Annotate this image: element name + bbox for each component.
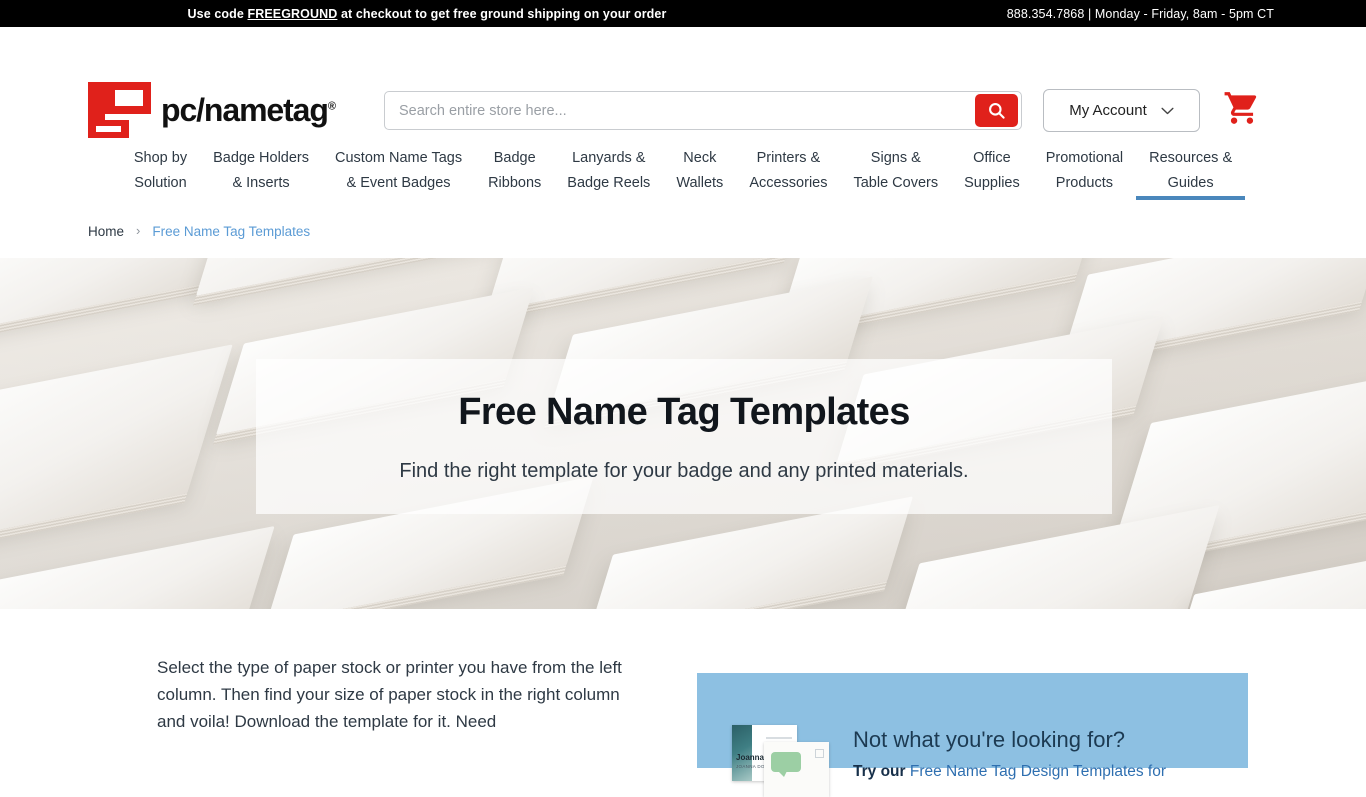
promo-card-body-prefix: Try our — [853, 763, 910, 780]
my-account-label: My Account — [1069, 102, 1147, 119]
breadcrumb: Home › Free Name Tag Templates — [0, 204, 1366, 258]
breadcrumb-separator-icon: › — [136, 222, 141, 238]
promo-prefix: Use code — [187, 6, 248, 21]
nav-item-lanyards-badge-reels[interactable]: Lanyards & Badge Reels — [554, 138, 663, 204]
promo-code[interactable]: FREEGROUND — [248, 7, 338, 21]
phone-and-hours: 888.354.7868 | Monday - Friday, 8am - 5p… — [1006, 6, 1274, 21]
intro-paragraph: Select the type of paper stock or printe… — [157, 658, 622, 731]
nav-item-signs-table-covers[interactable]: Signs & Table Covers — [840, 138, 951, 204]
promo-card-link[interactable]: Free Name Tag Design Templates for — [910, 763, 1166, 780]
logo-text: pc/nametag — [161, 91, 329, 128]
promo-message: Use code FREEGROUND at checkout to get f… — [0, 7, 1110, 21]
hero-banner: Free Name Tag Templates Find the right t… — [0, 258, 1366, 609]
logo-wordmark: pc/nametag® — [161, 92, 336, 129]
nav-item-promotional-products[interactable]: Promotional Products — [1033, 138, 1136, 204]
chevron-down-icon — [1161, 107, 1174, 114]
main-navigation: Shop by Solution Badge Holders & Inserts… — [0, 136, 1366, 204]
nav-item-office-supplies[interactable]: Office Supplies — [951, 138, 1033, 204]
cart-button[interactable] — [1219, 85, 1265, 131]
site-header: pc/nametag® My Account — [0, 27, 1366, 138]
my-account-button[interactable]: My Account — [1043, 89, 1200, 132]
breadcrumb-current[interactable]: Free Name Tag Templates — [152, 224, 310, 239]
shopping-cart-icon — [1224, 92, 1257, 124]
hero-text-panel: Free Name Tag Templates Find the right t… — [256, 359, 1112, 514]
promo-card-title: Not what you're looking for? — [853, 727, 1126, 752]
promo-suffix: at checkout to get free ground shipping … — [337, 6, 667, 21]
page-title: Free Name Tag Templates — [458, 390, 910, 433]
promo-card-thumbnail: Joanna JOANNA DOE — [732, 725, 829, 797]
nav-item-resources-guides[interactable]: Resources & Guides — [1136, 138, 1246, 204]
thumb-name: Joanna — [736, 753, 765, 762]
search-icon — [989, 103, 1005, 119]
nav-item-printers-accessories[interactable]: Printers & Accessories — [736, 138, 840, 204]
search-bar[interactable] — [384, 91, 1022, 130]
breadcrumb-home[interactable]: Home — [88, 224, 124, 239]
promo-card: Joanna JOANNA DOE Not what you're lookin… — [697, 673, 1248, 797]
nav-item-shop-by-solution[interactable]: Shop by Solution — [121, 138, 200, 204]
nav-item-neck-wallets[interactable]: Neck Wallets — [663, 138, 736, 204]
template-thumb-b-icon — [764, 742, 829, 797]
search-input[interactable] — [385, 92, 975, 129]
promo-bar: Use code FREEGROUND at checkout to get f… — [0, 0, 1366, 27]
nav-item-badge-holders-inserts[interactable]: Badge Holders & Inserts — [200, 138, 322, 204]
page-subtitle: Find the right template for your badge a… — [399, 459, 969, 482]
promo-card-body: Try our Free Name Tag Design Templates f… — [853, 760, 1166, 783]
logo-trademark: ® — [327, 99, 336, 112]
logo-mark-icon — [88, 82, 151, 138]
nav-item-custom-name-tags-event-badges[interactable]: Custom Name Tags & Event Badges — [322, 138, 475, 204]
nav-item-badge-ribbons[interactable]: Badge Ribbons — [475, 138, 554, 204]
search-button[interactable] — [975, 94, 1018, 127]
site-logo[interactable]: pc/nametag® — [88, 82, 336, 138]
